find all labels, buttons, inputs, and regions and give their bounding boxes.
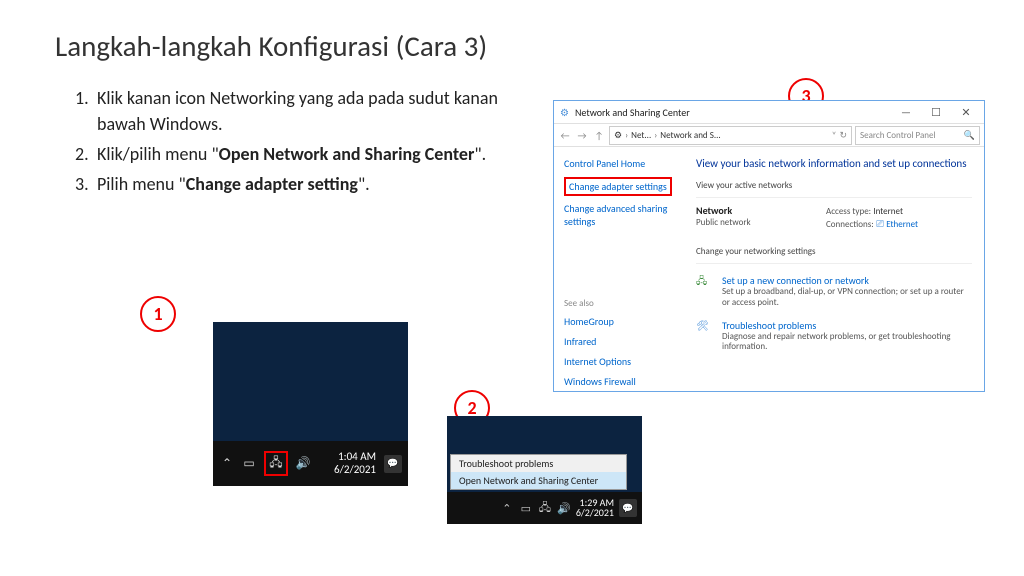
action-center-icon[interactable]: 💬 [619,499,637,517]
date-text: 6/2/2021 [334,464,376,476]
refresh-icon[interactable]: ↻ [839,130,847,141]
troubleshoot-icon: 🛠 [696,319,714,337]
troubleshoot-link[interactable]: Troubleshoot problems [722,319,972,332]
battery-icon[interactable]: ▭ [241,456,257,471]
chevron-right-icon: › [654,130,657,141]
sidebar-link-advanced-sharing[interactable]: Change advanced sharing settings [564,202,684,228]
dropdown-icon[interactable]: ˅ [832,130,837,141]
main-header: View your basic network information and … [696,157,972,170]
battery-icon[interactable]: ▭ [519,502,533,515]
step-1: 1. Klik kanan icon Networking yang ada p… [75,85,515,137]
step-text: Klik/pilih menu "Open Network and Sharin… [97,141,486,167]
connection-link[interactable]: Ethernet [886,219,918,230]
maximize-button[interactable]: ☐ [924,106,948,119]
breadcrumb-part[interactable]: Net... [631,130,651,141]
tray-expand-icon[interactable]: ⌃ [500,502,514,515]
action-center-icon[interactable]: 💬 [384,455,402,473]
sidebar-link-infrared[interactable]: Infrared [564,335,684,348]
change-settings-label: Change your networking settings [696,246,972,257]
breadcrumb[interactable]: ⚙ › Net... › Network and S... ˅ ↻ [609,126,852,145]
tray-expand-icon[interactable]: ⌃ [219,456,235,471]
window-title: Network and Sharing Center [575,106,690,119]
screenshot-network-sharing-window: ⚙ Network and Sharing Center — ☐ ✕ ← → ↑… [553,100,985,392]
connection-wizard-icon: 🖧 [696,274,714,292]
close-button[interactable]: ✕ [954,106,978,119]
sidebar-link-internet-options[interactable]: Internet Options [564,355,684,368]
breadcrumb-icon: ⚙ [614,130,622,141]
time-text: 1:04 AM [334,451,376,463]
troubleshoot-desc: Diagnose and repair network problems, or… [722,332,972,354]
nav-forward-icon[interactable]: → [575,129,589,142]
access-type-value: Internet [873,206,903,217]
screenshot-context-menu: Troubleshoot problems Open Network and S… [447,416,642,524]
volume-icon[interactable]: 🔊 [295,456,311,471]
nav-up-icon[interactable]: ↑ [592,129,606,142]
sidebar-link-home[interactable]: Control Panel Home [564,157,684,170]
context-menu: Troubleshoot problems Open Network and S… [450,454,627,490]
system-tray: ⌃ ▭ 🖧 🔊 1:04 AM 6/2/2021 💬 [213,441,408,486]
see-also-label: See also [564,298,684,309]
connections-label: Connections: [826,219,874,230]
main-panel: View your basic network information and … [684,147,984,393]
address-bar-row: ← → ↑ ⚙ › Net... › Network and S... ˅ ↻ … [554,124,984,147]
step-number: 1. [75,85,97,137]
clock[interactable]: 1:29 AM 6/2/2021 [576,498,614,519]
sidebar-link-firewall[interactable]: Windows Firewall [564,375,684,388]
step-number: 2. [75,141,97,167]
network-icon[interactable]: 🖧 [538,499,552,518]
search-input[interactable]: Search Control Panel 🔍 [855,126,980,145]
clock[interactable]: 1:04 AM 6/2/2021 [334,451,378,475]
network-type: Public network [696,217,826,228]
steps-list: 1. Klik kanan icon Networking yang ada p… [75,85,515,201]
minimize-button[interactable]: — [894,106,918,119]
nav-back-icon[interactable]: ← [558,129,572,142]
chevron-right-icon: › [625,130,628,141]
step-text: Pilih menu "Change adapter setting". [97,171,370,197]
network-icon[interactable]: 🖧 [264,451,288,476]
sidebar-link-homegroup[interactable]: HomeGroup [564,315,684,328]
step-text: Klik kanan icon Networking yang ada pada… [97,85,515,137]
menu-item-troubleshoot[interactable]: Troubleshoot problems [451,455,626,472]
date-text: 6/2/2021 [576,508,614,519]
search-placeholder: Search Control Panel [860,130,936,141]
search-icon: 🔍 [964,130,975,141]
app-icon: ⚙ [560,106,569,119]
step-3: 3. Pilih menu "Change adapter setting". [75,171,515,197]
system-tray-2: ⌃ ▭ 🖧 🔊 1:29 AM 6/2/2021 💬 [447,492,642,524]
ethernet-icon: ⎚ [876,217,884,230]
network-name: Network [696,204,826,217]
step-2: 2. Klik/pilih menu "Open Network and Sha… [75,141,515,167]
active-networks-label: View your active networks [696,180,972,191]
volume-icon[interactable]: 🔊 [557,502,571,515]
step-number: 3. [75,171,97,197]
sidebar: Control Panel Home Change adapter settin… [554,147,684,393]
badge-1: 1 [140,296,176,332]
page-title: Langkah-langkah Konfigurasi (Cara 3) [55,28,487,64]
sidebar-link-change-adapter[interactable]: Change adapter settings [564,177,672,196]
menu-item-open-network-sharing[interactable]: Open Network and Sharing Center [451,472,626,489]
screenshot-taskbar: ⌃ ▭ 🖧 🔊 1:04 AM 6/2/2021 💬 [213,322,408,486]
setup-connection-desc: Set up a broadband, dial-up, or VPN conn… [722,287,972,309]
breadcrumb-part[interactable]: Network and S... [660,130,720,141]
access-type-label: Access type: [826,206,871,217]
window-titlebar: ⚙ Network and Sharing Center — ☐ ✕ [554,101,984,124]
